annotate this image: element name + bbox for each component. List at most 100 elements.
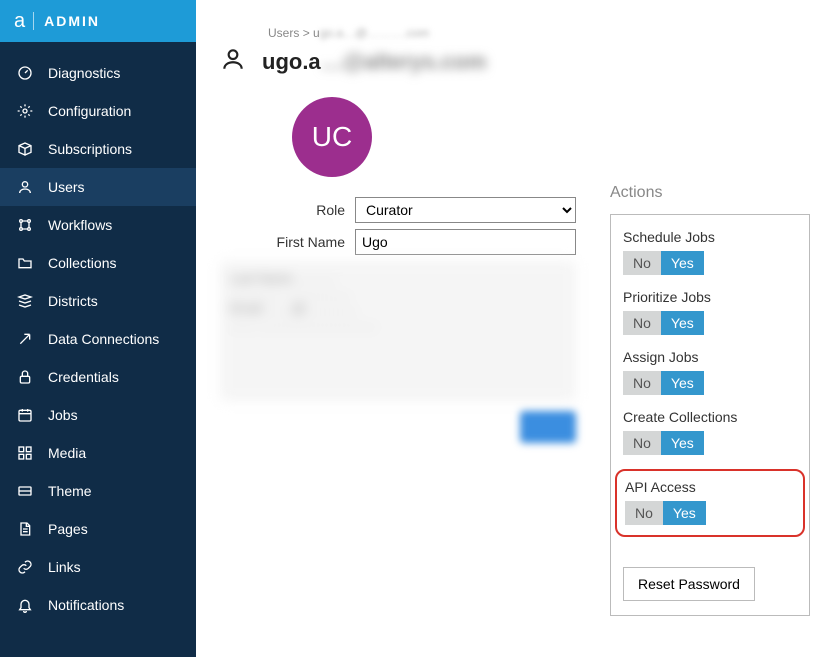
toggle-group: No Yes	[623, 371, 797, 395]
toggle-yes[interactable]: Yes	[661, 311, 704, 335]
action-label: Create Collections	[623, 409, 797, 425]
action-create-collections: Create Collections No Yes	[623, 409, 797, 455]
sidebar-item-label: Pages	[48, 521, 88, 537]
sidebar-item-label: Districts	[48, 293, 98, 309]
page-title: ugo.a…@alterys.com	[262, 49, 486, 75]
box-icon	[16, 140, 34, 158]
firstname-input[interactable]	[355, 229, 576, 255]
sidebar-item-label: Collections	[48, 255, 116, 271]
sidebar-item-label: Users	[48, 179, 85, 195]
actions-box: Schedule Jobs No Yes Prioritize Jobs No …	[610, 214, 810, 616]
sidebar-item-media[interactable]: Media	[0, 434, 196, 472]
breadcrumb: Users > ugo.a…@……….com	[268, 26, 586, 40]
sidebar-item-label: Data Connections	[48, 331, 159, 347]
breadcrumb-root[interactable]: Users	[268, 26, 299, 40]
sidebar-item-subscriptions[interactable]: Subscriptions	[0, 130, 196, 168]
sidebar-item-label: Configuration	[48, 103, 131, 119]
role-label: Role	[220, 202, 355, 218]
header-divider	[33, 12, 34, 30]
sidebar-item-label: Notifications	[48, 597, 124, 613]
sidebar-item-configuration[interactable]: Configuration	[0, 92, 196, 130]
sidebar-item-jobs[interactable]: Jobs	[0, 396, 196, 434]
document-icon	[16, 520, 34, 538]
sidebar-item-theme[interactable]: Theme	[0, 472, 196, 510]
grid-icon	[16, 444, 34, 462]
action-label: Assign Jobs	[623, 349, 797, 365]
toggle-no[interactable]: No	[623, 311, 661, 335]
bell-icon	[16, 596, 34, 614]
main-content: Users > ugo.a…@……….com ugo.a…@alterys.co…	[196, 0, 834, 657]
dashboard-icon	[16, 64, 34, 82]
sidebar-item-label: Diagnostics	[48, 65, 120, 81]
sidebar-item-links[interactable]: Links	[0, 548, 196, 586]
sidebar-item-label: Workflows	[48, 217, 112, 233]
admin-label: ADMIN	[44, 13, 100, 29]
sidebar-item-label: Jobs	[48, 407, 78, 423]
sidebar-item-collections[interactable]: Collections	[0, 244, 196, 282]
sidebar: a ADMIN Diagnostics Configuration Subscr…	[0, 0, 196, 657]
arrow-icon	[16, 330, 34, 348]
action-label: Schedule Jobs	[623, 229, 797, 245]
person-icon	[16, 178, 34, 196]
calendar-icon	[16, 406, 34, 424]
workflow-icon	[16, 216, 34, 234]
role-select[interactable]: Curator	[355, 197, 576, 223]
sidebar-item-users[interactable]: Users	[0, 168, 196, 206]
toggle-group: No Yes	[623, 311, 797, 335]
sidebar-item-label: Credentials	[48, 369, 119, 385]
action-schedule-jobs: Schedule Jobs No Yes	[623, 229, 797, 275]
lock-icon	[16, 368, 34, 386]
sidebar-item-notifications[interactable]: Notifications	[0, 586, 196, 624]
reset-password-button[interactable]: Reset Password	[623, 567, 755, 601]
action-label: Prioritize Jobs	[623, 289, 797, 305]
actions-title: Actions	[610, 184, 810, 202]
actions-column: Actions Schedule Jobs No Yes Prioritize …	[610, 184, 810, 639]
toggle-yes[interactable]: Yes	[661, 371, 704, 395]
toggle-yes[interactable]: Yes	[663, 501, 706, 525]
sidebar-item-districts[interactable]: Districts	[0, 282, 196, 320]
sidebar-item-dataconnections[interactable]: Data Connections	[0, 320, 196, 358]
theme-icon	[16, 482, 34, 500]
action-api-access: API Access No Yes	[625, 479, 795, 525]
content-column: Users > ugo.a…@……….com ugo.a…@alterys.co…	[220, 18, 586, 639]
toggle-no[interactable]: No	[623, 431, 661, 455]
gear-icon	[16, 102, 34, 120]
sidebar-item-pages[interactable]: Pages	[0, 510, 196, 548]
action-prioritize-jobs: Prioritize Jobs No Yes	[623, 289, 797, 335]
sidebar-item-credentials[interactable]: Credentials	[0, 358, 196, 396]
api-access-highlight: API Access No Yes	[615, 469, 805, 537]
toggle-yes[interactable]: Yes	[661, 251, 704, 275]
logo: a	[14, 10, 27, 33]
toggle-group: No Yes	[623, 431, 797, 455]
sidebar-item-label: Subscriptions	[48, 141, 132, 157]
sidebar-item-workflows[interactable]: Workflows	[0, 206, 196, 244]
folder-icon	[16, 254, 34, 272]
sidebar-item-label: Media	[48, 445, 86, 461]
firstname-label: First Name	[220, 234, 355, 250]
toggle-no[interactable]: No	[623, 251, 661, 275]
toggle-group: No Yes	[623, 251, 797, 275]
sidebar-item-label: Links	[48, 559, 81, 575]
form-section: Role Curator First Name Last Name …………………	[220, 197, 586, 443]
breadcrumb-sep: >	[303, 26, 310, 40]
action-label: API Access	[625, 479, 795, 495]
link-icon	[16, 558, 34, 576]
person-icon	[220, 46, 246, 77]
sidebar-items: Diagnostics Configuration Subscriptions …	[0, 42, 196, 624]
sidebar-header: a ADMIN	[0, 0, 196, 42]
toggle-group: No Yes	[625, 501, 795, 525]
sidebar-item-diagnostics[interactable]: Diagnostics	[0, 54, 196, 92]
action-assign-jobs: Assign Jobs No Yes	[623, 349, 797, 395]
form-row-role: Role Curator	[220, 197, 576, 223]
breadcrumb-leaf: ugo.a…@……….com	[313, 26, 429, 40]
toggle-no[interactable]: No	[623, 371, 661, 395]
stack-icon	[16, 292, 34, 310]
toggle-no[interactable]: No	[625, 501, 663, 525]
page-title-row: ugo.a…@alterys.com	[220, 46, 586, 77]
avatar: UC	[292, 97, 372, 177]
toggle-yes[interactable]: Yes	[661, 431, 704, 455]
avatar-initials: UC	[312, 121, 352, 153]
redacted-button	[520, 411, 576, 443]
sidebar-item-label: Theme	[48, 483, 92, 499]
redacted-fields: Last Name ………………… ……………Email ……@……………… ……	[220, 261, 576, 401]
